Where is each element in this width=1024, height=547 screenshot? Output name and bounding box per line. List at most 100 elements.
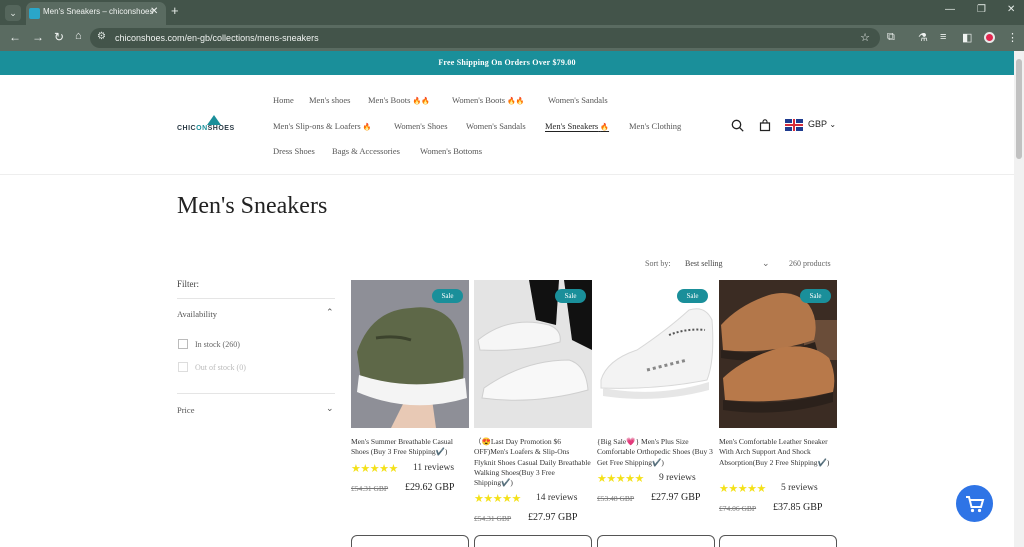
browser-toolbar: ← → ↻ ⌂ ⚙ chiconshoes.com/en-gb/collecti… [0, 25, 1024, 51]
back-icon[interactable]: ← [9, 30, 21, 44]
nav-dress-shoes[interactable]: Dress Shoes [273, 146, 315, 156]
logo-text-pre: CHIC [177, 125, 197, 132]
sale-badge: Sale [555, 289, 586, 303]
choose-options-button[interactable] [474, 535, 592, 547]
in-stock-checkbox[interactable] [178, 339, 188, 349]
product-title[interactable]: {Big Sale💗} Men's Plus Size Comfortable … [597, 437, 715, 468]
tab-close-icon[interactable]: ✕ [150, 6, 158, 17]
choose-options-button[interactable] [351, 535, 469, 547]
cart-icon[interactable] [759, 119, 771, 132]
tab-search-button[interactable]: ⌄ [5, 5, 21, 21]
site-logo[interactable]: CHICONSHOES [177, 115, 251, 135]
chevron-down-icon[interactable]: ⌄ [326, 403, 334, 414]
page-title: Men's Sneakers [177, 193, 328, 219]
star-rating: ★★★★★ [719, 483, 766, 495]
product-title[interactable]: Men's Comfortable Leather Sneaker With A… [719, 437, 837, 468]
scrollbar-thumb[interactable] [1016, 59, 1022, 159]
logo-text-mid: ON [196, 125, 208, 132]
url-text[interactable]: chiconshoes.com/en-gb/collections/mens-s… [115, 33, 319, 43]
product-image[interactable]: Sale [351, 280, 469, 428]
new-tab-button[interactable]: + [171, 3, 179, 18]
choose-options-button[interactable] [719, 535, 837, 547]
nav-mens-boots[interactable]: Men's Boots 🔥🔥 [368, 95, 430, 105]
in-stock-label[interactable]: In stock (260) [195, 340, 240, 349]
sale-price: £29.62 GBP [405, 482, 455, 493]
nav-label: Men's Clothing [629, 121, 682, 131]
sort-chevron-icon[interactable]: ⌄ [762, 258, 770, 269]
nav-womens-sandals-2[interactable]: Women's Sandals [466, 121, 526, 131]
nav-mens-sneakers[interactable]: Men's Sneakers 🔥 [545, 121, 609, 131]
nav-womens-shoes[interactable]: Women's Shoes [394, 121, 448, 131]
tab-title: Men's Sneakers – chiconshoes [43, 7, 154, 16]
nav-label: Men's Slip-ons & Loafers [273, 121, 361, 131]
filter-heading: Filter: [177, 279, 199, 289]
sale-price: £27.97 GBP [528, 512, 578, 523]
product-title[interactable]: Men's Summer Breathable Casual Shoes (Bu… [351, 437, 469, 458]
side-panel-icon[interactable]: ◧ [962, 31, 972, 44]
home-icon[interactable]: ⌂ [75, 30, 82, 42]
extensions-puzzle-icon[interactable]: ⧉ [887, 31, 895, 44]
tab-favicon-icon [29, 8, 40, 19]
nav-womens-boots[interactable]: Women's Boots 🔥🔥 [452, 95, 525, 105]
profile-avatar-icon[interactable] [984, 32, 995, 43]
sort-label: Sort by: [645, 259, 671, 268]
address-bar[interactable]: ⚙ chiconshoes.com/en-gb/collections/mens… [90, 28, 880, 48]
nav-womens-bottoms[interactable]: Women's Bottoms [420, 146, 482, 156]
review-count: 5 reviews [781, 483, 818, 493]
nav-mens-shoes[interactable]: Men's shoes [309, 95, 350, 105]
media-icon[interactable]: ≡ [940, 31, 946, 43]
nav-womens-sandals[interactable]: Women's Sandals [548, 95, 608, 105]
product-image[interactable]: Sale [474, 280, 592, 428]
fire-icon: 🔥🔥 [412, 97, 430, 105]
out-of-stock-checkbox[interactable] [178, 362, 188, 372]
search-icon[interactable] [731, 119, 744, 132]
browser-menu-icon[interactable]: ⋮ [1007, 31, 1018, 44]
star-rating: ★★★★★ [351, 463, 398, 475]
nav-bags-accessories[interactable]: Bags & Accessories [332, 146, 400, 156]
sort-select[interactable]: Best selling [685, 259, 771, 268]
site-info-icon[interactable]: ⚙ [97, 31, 106, 42]
labs-flask-icon[interactable]: ⚗ [918, 31, 928, 44]
product-image[interactable]: Sale [597, 280, 715, 428]
sale-badge: Sale [800, 289, 831, 303]
filter-divider [177, 298, 335, 299]
logo-sail-icon [207, 115, 221, 125]
compare-price: £54.31 GBP [351, 484, 389, 493]
announcement-bar: Free Shipping On Orders Over $79.00 [0, 51, 1014, 75]
availability-facet[interactable]: Availability [177, 309, 217, 319]
nav-label: Dress Shoes [273, 146, 315, 156]
nav-label: Bags & Accessories [332, 146, 400, 156]
price-facet[interactable]: Price [177, 405, 194, 415]
browser-tabstrip: ⌄ Men's Sneakers – chiconshoes ✕ + — ❐ ✕ [0, 0, 1024, 25]
logo-wordmark: CHICONSHOES [177, 125, 235, 132]
nav-mens-slip-ons[interactable]: Men's Slip-ons & Loafers 🔥 [273, 121, 372, 131]
compare-price: £74.06 GBP [719, 504, 757, 513]
choose-options-button[interactable] [597, 535, 715, 547]
nav-label: Men's Sneakers [545, 121, 599, 131]
nav-label: Women's Bottoms [420, 146, 483, 156]
close-window-button[interactable]: ✕ [1007, 4, 1015, 15]
browser-tab[interactable]: Men's Sneakers – chiconshoes ✕ [26, 2, 166, 25]
reload-icon[interactable]: ↻ [54, 30, 64, 44]
nav-label: Home [273, 95, 294, 105]
forward-icon[interactable]: → [32, 30, 44, 44]
sale-badge: Sale [677, 289, 708, 303]
nav-label: Men's Boots [368, 95, 411, 105]
minimize-button[interactable]: — [945, 4, 955, 15]
site-header: CHICONSHOES Home Men's shoes Men's Boots… [0, 75, 1014, 175]
product-image[interactable]: Sale [719, 280, 837, 428]
nav-home[interactable]: Home [273, 95, 294, 105]
chevron-up-icon[interactable]: ⌃ [326, 307, 334, 318]
product-title[interactable]: （😍Last Day Promotion $6 OFF)Men's Loafer… [474, 437, 592, 488]
compare-price: £54.31 GBP [474, 514, 512, 523]
floating-cart-button[interactable] [956, 485, 993, 522]
currency-selector[interactable]: GBP ⌄ [808, 119, 836, 129]
restore-button[interactable]: ❐ [977, 4, 986, 15]
page-scrollbar[interactable] [1014, 51, 1024, 547]
out-of-stock-label[interactable]: Out of stock (0) [195, 363, 246, 372]
nav-mens-clothing[interactable]: Men's Clothing [629, 121, 681, 131]
product-count: 260 products [789, 259, 831, 268]
sale-price: £37.85 GBP [773, 502, 823, 513]
bookmark-star-icon[interactable]: ☆ [860, 31, 870, 44]
uk-flag-icon[interactable] [785, 119, 803, 131]
